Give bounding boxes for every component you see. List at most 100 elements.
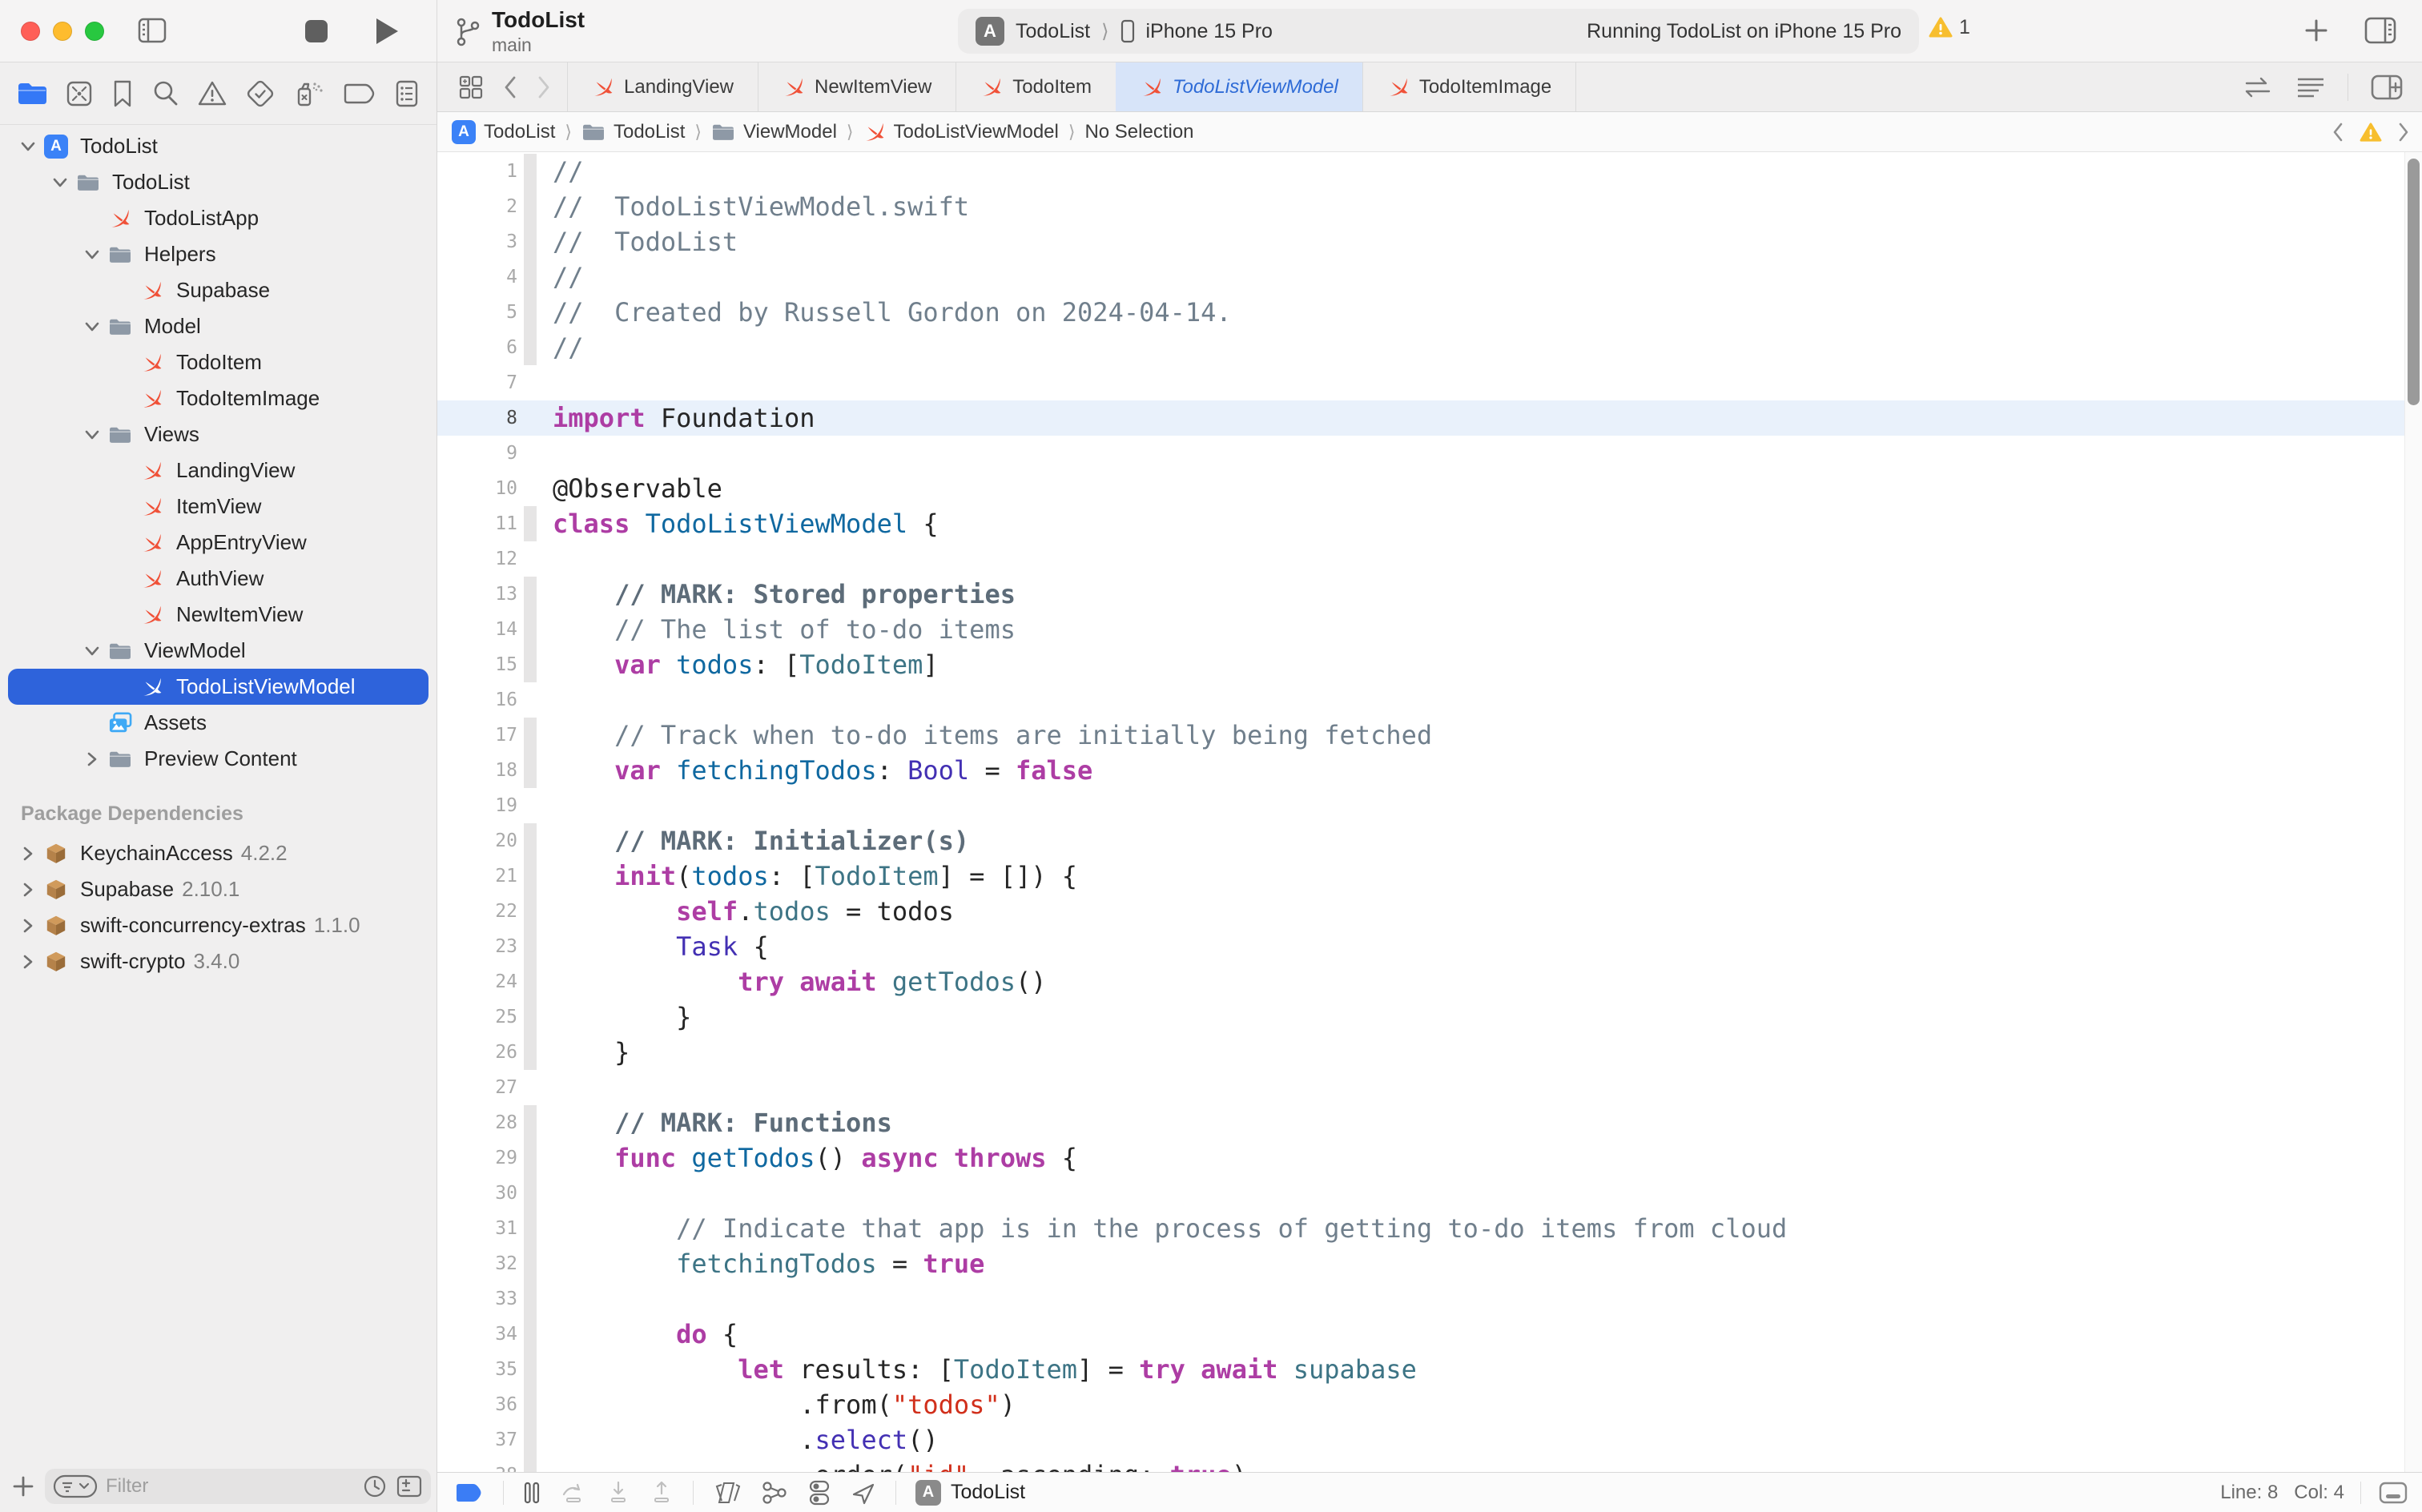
breakpoint-navigator-icon[interactable] [342, 82, 377, 106]
line-number[interactable]: 20 [437, 830, 517, 851]
new-tab-button[interactable] [2300, 14, 2332, 46]
view-hierarchy-debugger-icon[interactable] [713, 1480, 742, 1506]
code-text[interactable]: // MARK: Initializer(s) [537, 823, 969, 859]
package-item-Supabase[interactable]: Supabase2.10.1 [8, 871, 428, 907]
previous-issue-icon[interactable] [2331, 121, 2345, 143]
code-line-20[interactable]: 20 // MARK: Initializer(s) [437, 823, 2422, 859]
disclosure-closed[interactable] [14, 954, 42, 970]
code-text[interactable]: self.todos = todos [537, 894, 954, 929]
code-text[interactable]: init(todos: [TodoItem] = []) { [537, 859, 1077, 894]
code-line-26[interactable]: 26 } [437, 1035, 2422, 1070]
code-text[interactable]: let results: [TodoItem] = try await supa… [537, 1352, 1417, 1387]
line-number[interactable]: 33 [437, 1289, 517, 1309]
disclosure-open[interactable] [78, 645, 106, 657]
code-line-38[interactable]: 38 .order("id", ascending: true) [437, 1458, 2422, 1472]
bookmarks-navigator-icon[interactable] [111, 78, 135, 109]
line-number[interactable]: 14 [437, 619, 517, 640]
filter-field[interactable] [45, 1469, 431, 1504]
code-line-29[interactable]: 29 func getTodos() async throws { [437, 1140, 2422, 1176]
tree-item-Supabase[interactable]: Supabase [8, 272, 428, 308]
code-line-5[interactable]: 5// Created by Russell Gordon on 2024-04… [437, 295, 2422, 330]
line-number[interactable]: 13 [437, 584, 517, 605]
source-editor[interactable]: 1//2// TodoListViewModel.swift3// TodoLi… [437, 152, 2422, 1472]
editor-scrollbar[interactable] [2404, 152, 2422, 1472]
code-line-7[interactable]: 7 [437, 365, 2422, 400]
minimize-window-button[interactable] [53, 22, 72, 41]
pause-execution-icon[interactable] [523, 1481, 541, 1505]
code-line-16[interactable]: 16 [437, 682, 2422, 718]
line-number[interactable]: 26 [437, 1042, 517, 1063]
code-line-1[interactable]: 1// [437, 154, 2422, 189]
disclosure-open[interactable] [46, 177, 74, 188]
find-navigator-icon[interactable] [151, 78, 181, 109]
zoom-window-button[interactable] [85, 22, 104, 41]
code-line-14[interactable]: 14 // The list of to-do items [437, 612, 2422, 647]
code-line-3[interactable]: 3// TodoList [437, 224, 2422, 259]
package-item-swift-concurrency-extras[interactable]: swift-concurrency-extras1.1.0 [8, 907, 428, 943]
step-over-icon[interactable] [560, 1480, 587, 1506]
tab-TodoItem[interactable]: TodoItem [956, 62, 1116, 111]
code-text[interactable]: // [537, 330, 584, 365]
run-button[interactable] [373, 16, 400, 46]
scheme-selector[interactable]: A TodoList ⟩ iPhone 15 Pro Running TodoL… [958, 9, 1919, 54]
line-number[interactable]: 12 [437, 549, 517, 569]
disclosure-closed[interactable] [14, 918, 42, 934]
keyboard-panel-icon[interactable] [2377, 1480, 2409, 1506]
code-line-24[interactable]: 24 try await getTodos() [437, 964, 2422, 999]
tab-TodoListViewModel[interactable]: TodoListViewModel [1116, 62, 1362, 111]
disclosure-closed[interactable] [14, 882, 42, 898]
tree-item-TodoListApp[interactable]: TodoListApp [8, 200, 428, 236]
line-number[interactable]: 31 [437, 1218, 517, 1239]
tree-item-Assets[interactable]: Assets [8, 705, 428, 741]
code-line-35[interactable]: 35 let results: [TodoItem] = try await s… [437, 1352, 2422, 1387]
code-text[interactable]: class TodoListViewModel { [537, 506, 939, 541]
code-text[interactable]: import Foundation [537, 400, 815, 436]
line-number[interactable]: 19 [437, 795, 517, 816]
chevron-down-icon[interactable] [84, 645, 100, 657]
code-line-27[interactable]: 27 [437, 1070, 2422, 1105]
code-text[interactable]: // Created by Russell Gordon on 2024-04-… [537, 295, 1232, 330]
add-item-button[interactable] [11, 1474, 35, 1498]
line-number[interactable]: 18 [437, 760, 517, 781]
breadcrumb-segment[interactable]: TodoListViewModel [863, 121, 1059, 143]
line-number[interactable]: 25 [437, 1007, 517, 1027]
code-line-18[interactable]: 18 var fetchingTodos: Bool = false [437, 753, 2422, 788]
line-number[interactable]: 38 [437, 1465, 517, 1472]
code-text[interactable]: @Observable [537, 471, 722, 506]
code-line-17[interactable]: 17 // Track when to-do items are initial… [437, 718, 2422, 753]
line-number[interactable]: 23 [437, 936, 517, 957]
simulate-location-icon[interactable] [851, 1480, 876, 1506]
line-number[interactable]: 27 [437, 1077, 517, 1098]
recent-files-icon[interactable] [362, 1474, 388, 1499]
chevron-down-icon[interactable] [84, 429, 100, 440]
line-number[interactable]: 7 [437, 372, 517, 393]
stop-button[interactable] [303, 18, 330, 45]
chevron-down-icon[interactable] [84, 321, 100, 332]
environment-overrides-icon[interactable] [807, 1479, 831, 1506]
disclosure-closed[interactable] [78, 751, 106, 767]
chevron-down-icon[interactable] [20, 141, 36, 152]
code-line-33[interactable]: 33 [437, 1281, 2422, 1317]
code-text[interactable]: // Indicate that app is in the process o… [537, 1211, 1787, 1246]
tree-item-TodoItem[interactable]: TodoItem [8, 344, 428, 380]
code-review-icon[interactable] [2242, 75, 2274, 99]
breadcrumb-segment[interactable]: ATodoList [452, 120, 555, 144]
code-line-36[interactable]: 36 .from("todos") [437, 1387, 2422, 1422]
code-text[interactable]: fetchingTodos = true [537, 1246, 984, 1281]
tree-item-TodoListViewModel[interactable]: TodoListViewModel [8, 669, 428, 705]
tree-item-ViewModel[interactable]: ViewModel [8, 633, 428, 669]
tree-item-AppEntryView[interactable]: AppEntryView [8, 525, 428, 561]
code-line-4[interactable]: 4// [437, 259, 2422, 295]
code-text[interactable]: .order("id", ascending: true) [537, 1458, 1247, 1472]
code-text[interactable]: } [537, 1035, 630, 1070]
code-line-37[interactable]: 37 .select() [437, 1422, 2422, 1458]
disclosure-open[interactable] [78, 321, 106, 332]
code-line-23[interactable]: 23 Task { [437, 929, 2422, 964]
code-text[interactable]: } [537, 999, 691, 1035]
adjust-editor-options-icon[interactable] [2295, 75, 2327, 99]
tree-item-TodoItemImage[interactable]: TodoItemImage [8, 380, 428, 416]
code-text[interactable]: .from("todos") [537, 1387, 1016, 1422]
line-number[interactable]: 32 [437, 1253, 517, 1274]
scheme-device-name[interactable]: iPhone 15 Pro [1146, 20, 1273, 43]
scrollbar-thumb[interactable] [2408, 159, 2420, 405]
